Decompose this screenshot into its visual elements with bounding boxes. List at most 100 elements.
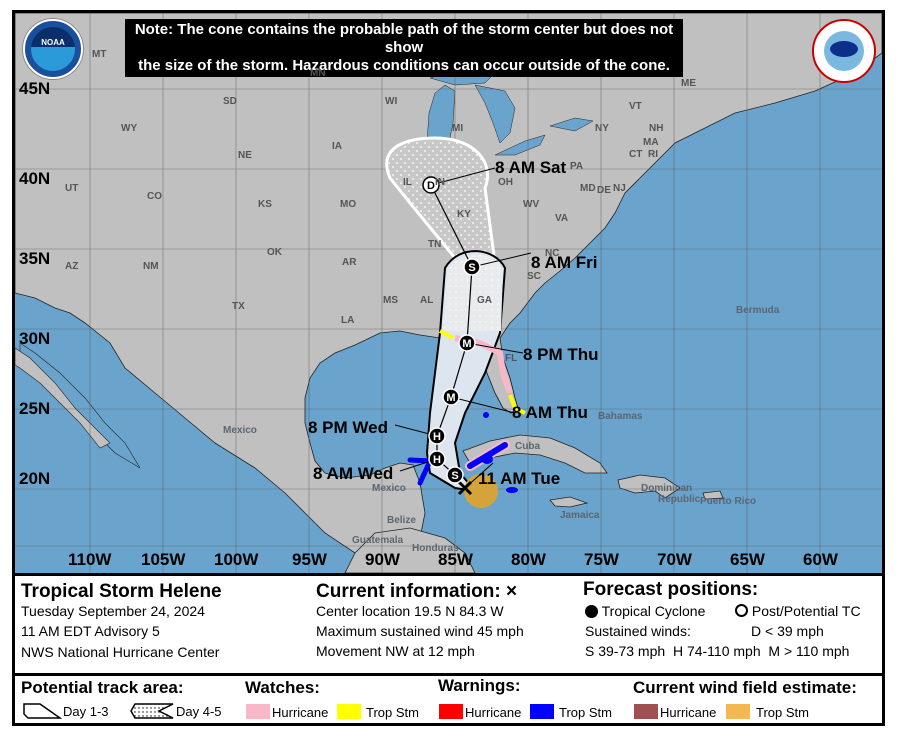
warnings-title: Warnings: (438, 676, 521, 695)
forecast-positions-title: Forecast positions: (583, 579, 759, 600)
trop-storm-watch-label: Trop Stm (366, 705, 419, 720)
state-label: UT (65, 183, 79, 194)
nws-logo (812, 19, 876, 83)
max-wind: Maximum sustained wind 45 mph (316, 623, 524, 639)
lon-label-100w: 100W (214, 550, 259, 569)
state-label: CT (629, 149, 643, 160)
state-label: MD (580, 183, 596, 194)
state-label: MT (92, 49, 107, 60)
land-baja (15, 347, 111, 449)
noaa-logo: NOAA (23, 19, 83, 79)
day-4-5-cone-icon (130, 703, 174, 719)
lon-label-110w: 110W (68, 550, 112, 569)
state-label: RI (648, 149, 658, 160)
state-label: OH (498, 177, 513, 188)
trop-storm-watch-swatch (337, 704, 361, 719)
watches-title: Watches: (245, 678, 320, 697)
country-label-belize: Belize (387, 515, 416, 526)
state-label: WI (385, 96, 398, 107)
state-label: MA (643, 137, 659, 148)
hurricane-watch-swatch (246, 704, 270, 719)
state-label: IN (435, 177, 445, 188)
country-label-jamaica: Jamaica (560, 510, 600, 521)
state-label: VT (629, 101, 642, 112)
marker-s-2: S (463, 258, 481, 276)
wind-field-title: Current wind field estimate: (633, 678, 857, 697)
state-label: NY (595, 123, 609, 134)
forecast-label-8am-thu: 8 AM Thu (512, 403, 588, 422)
state-label: FL (505, 353, 518, 364)
hurricane-wind-label: Hurricane (660, 705, 717, 720)
d-definition: D < 39 mph (751, 623, 824, 639)
state-label: NJ (613, 183, 626, 194)
tc-legend: Tropical Cyclone (585, 603, 705, 619)
trop-storm-warning-label: Trop Stm (559, 705, 612, 720)
forecast-label-8pm-thu: 8 PM Thu (523, 345, 599, 364)
storm-name: Tropical Storm Helene (21, 581, 222, 602)
country-label-puerto-rico: Puerto Rico (700, 496, 757, 507)
lat-label-20n: 20N (19, 469, 51, 488)
lon-label-80w: 80W (511, 550, 546, 569)
forecast-label-8am-wed: 8 AM Wed (313, 464, 394, 483)
lon-label-105w: 105W (141, 550, 186, 569)
current-marker-icon: × (506, 581, 518, 602)
lat-label-25n: 25N (19, 399, 51, 418)
forecast-label-8pm-wed: 8 PM Wed (308, 418, 388, 437)
noaa-logo-text: NOAA (41, 38, 65, 47)
country-label-bahamas: Bahamas (598, 411, 643, 422)
state-label: MS (383, 295, 398, 306)
movement: Movement NW at 12 mph (316, 643, 475, 659)
svg-text:M: M (462, 338, 471, 350)
state-label: MO (340, 199, 357, 210)
hurricane-warning-label: Hurricane (465, 705, 522, 720)
info-panel: Tropical Storm Helene Tuesday September … (15, 573, 882, 673)
svg-text:H: H (433, 431, 441, 443)
storm-date: Tuesday September 24, 2024 (21, 603, 205, 619)
lon-label-60w: 60W (803, 550, 838, 569)
country-label-mexico-yucatan: Mexico (372, 483, 406, 494)
state-label: TX (232, 301, 245, 312)
note-line-2: the size of the storm. Hazardous conditi… (138, 57, 670, 74)
lon-label-70w: 70W (657, 550, 692, 569)
map-canvas: S H H M M S D (15, 13, 882, 573)
marker-h-2: H (428, 427, 446, 445)
trop-storm-warning-swatch (530, 704, 554, 719)
ptc-label: Post/Potential TC (751, 603, 861, 619)
svg-text:S: S (451, 470, 458, 482)
state-label: MN (310, 68, 326, 79)
state-label: WY (121, 123, 138, 134)
lon-label-90w: 90W (365, 550, 400, 569)
sustained-winds-label: Sustained winds: (585, 623, 691, 639)
trop-storm-warning-bahamas (483, 412, 489, 418)
state-label: IA (332, 141, 342, 152)
current-info-title: Current information: × (316, 581, 517, 603)
lon-label-65w: 65W (730, 550, 765, 569)
day-1-3-cone-icon (23, 703, 62, 719)
marker-m-2: M (458, 334, 476, 352)
state-label: NE (238, 150, 252, 161)
forecast-label-11am-tue: 11 AM Tue (478, 469, 561, 488)
country-label-guatemala: Guatemala (352, 535, 404, 546)
country-label-republic: Republic (658, 494, 701, 505)
filled-circle-icon (585, 605, 598, 618)
tc-label: Tropical Cyclone (601, 603, 706, 619)
state-label: KS (258, 199, 272, 210)
country-label-honduras: Honduras (412, 543, 459, 554)
hurricane-graphic: S H H M M S D NOAA Note: The cone contai… (12, 10, 885, 726)
land-jamaica (549, 496, 589, 508)
day-4-5-label: Day 4-5 (176, 704, 222, 719)
center-location: Center location 19.5 N 84.3 W (316, 603, 504, 619)
forecast-label-8am-fri: 8 AM Fri (531, 253, 598, 272)
forecast-label-8am-sat: 8 AM Sat (495, 158, 567, 177)
open-circle-icon (735, 604, 748, 617)
trop-storm-wind-swatch (726, 704, 750, 719)
lat-label-30n: 30N (19, 329, 51, 348)
country-label-cuba: Cuba (515, 441, 540, 452)
current-info-title-text: Current information: (316, 581, 501, 602)
state-label: OK (267, 247, 282, 258)
legend-panel: Potential track area: Day 1-3 Day 4-5 Wa… (15, 673, 882, 723)
svg-text:D: D (427, 180, 435, 192)
cone-disclaimer: Note: The cone contains the probable pat… (125, 19, 683, 77)
forecast-map: S H H M M S D NOAA Note: The cone contai… (15, 13, 882, 573)
state-label: TN (428, 239, 442, 250)
